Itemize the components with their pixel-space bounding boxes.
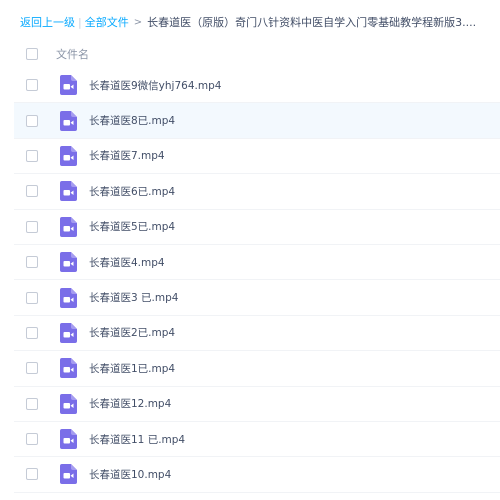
chevron-right-icon: > [133, 17, 143, 28]
file-name[interactable]: 长春道医2已.mp4 [89, 325, 175, 340]
back-link[interactable]: 返回上一级 [20, 14, 75, 32]
file-row[interactable]: 长春道医6已.mp4 [14, 174, 500, 210]
breadcrumb-divider: | [78, 16, 82, 29]
column-header-filename[interactable]: 文件名 [56, 46, 89, 62]
file-list: 长春道医9微信yhj764.mp4 长春道医8已.mp4 长春道医7.mp4 长… [14, 68, 500, 493]
file-name[interactable]: 长春道医12.mp4 [89, 396, 171, 411]
file-name[interactable]: 长春道医4.mp4 [89, 255, 165, 270]
video-file-icon [60, 429, 77, 450]
file-checkbox[interactable] [26, 433, 38, 446]
file-row[interactable]: 长春道医2已.mp4 [14, 316, 500, 352]
file-row[interactable]: 长春道医9微信yhj764.mp4 [14, 68, 500, 104]
file-checkbox[interactable] [26, 362, 38, 375]
file-name[interactable]: 长春道医8已.mp4 [89, 113, 175, 128]
file-checkbox[interactable] [26, 326, 38, 339]
file-name[interactable]: 长春道医11 已.mp4 [89, 432, 185, 447]
file-name[interactable]: 长春道医10.mp4 [89, 467, 171, 482]
file-row[interactable]: 长春道医7.mp4 [14, 139, 500, 175]
file-name[interactable]: 长春道医1已.mp4 [89, 361, 175, 376]
video-file-icon [60, 322, 77, 343]
file-row[interactable]: 长春道医10.mp4 [14, 457, 500, 493]
video-file-icon [60, 181, 77, 202]
file-row[interactable]: 长春道医4.mp4 [14, 245, 500, 281]
file-checkbox[interactable] [26, 220, 38, 233]
file-row[interactable]: 长春道医11 已.mp4 [14, 422, 500, 458]
breadcrumb: 返回上一级 | 全部文件 > 长春道医（原版）奇门八针资料中医自学入门零基础教学… [20, 14, 490, 32]
file-checkbox[interactable] [26, 468, 38, 481]
file-row[interactable]: 长春道医5已.mp4 [14, 210, 500, 245]
video-file-icon [60, 358, 77, 379]
video-file-icon [60, 393, 77, 414]
file-checkbox[interactable] [26, 397, 38, 410]
video-file-icon [60, 252, 77, 273]
file-row[interactable]: 长春道医3 已.mp4 [14, 280, 500, 316]
file-name[interactable]: 长春道医7.mp4 [89, 148, 165, 163]
video-file-icon [60, 464, 77, 485]
video-file-icon [60, 145, 77, 166]
file-row[interactable]: 长春道医8已.mp4 [14, 103, 500, 139]
file-name[interactable]: 长春道医6已.mp4 [89, 184, 175, 199]
file-checkbox[interactable] [26, 149, 38, 162]
file-checkbox[interactable] [26, 256, 38, 269]
file-list-header: 文件名 [14, 43, 500, 65]
file-checkbox[interactable] [26, 291, 38, 304]
file-checkbox[interactable] [26, 114, 38, 127]
video-file-icon [60, 110, 77, 131]
video-file-icon [60, 75, 77, 96]
file-row[interactable]: 长春道医12.mp4 [14, 387, 500, 422]
all-files-link[interactable]: 全部文件 [85, 14, 129, 32]
video-file-icon [60, 287, 77, 308]
video-file-icon [60, 216, 77, 237]
file-checkbox[interactable] [26, 79, 38, 92]
file-checkbox[interactable] [26, 185, 38, 198]
file-name[interactable]: 长春道医9微信yhj764.mp4 [89, 78, 221, 93]
current-folder-title: 长春道医（原版）奇门八针资料中医自学入门零基础教学程新版3.... [147, 16, 477, 29]
file-name[interactable]: 长春道医3 已.mp4 [89, 290, 178, 305]
select-all-checkbox[interactable] [26, 48, 38, 60]
file-name[interactable]: 长春道医5已.mp4 [89, 219, 175, 234]
file-row[interactable]: 长春道医1已.mp4 [14, 351, 500, 387]
